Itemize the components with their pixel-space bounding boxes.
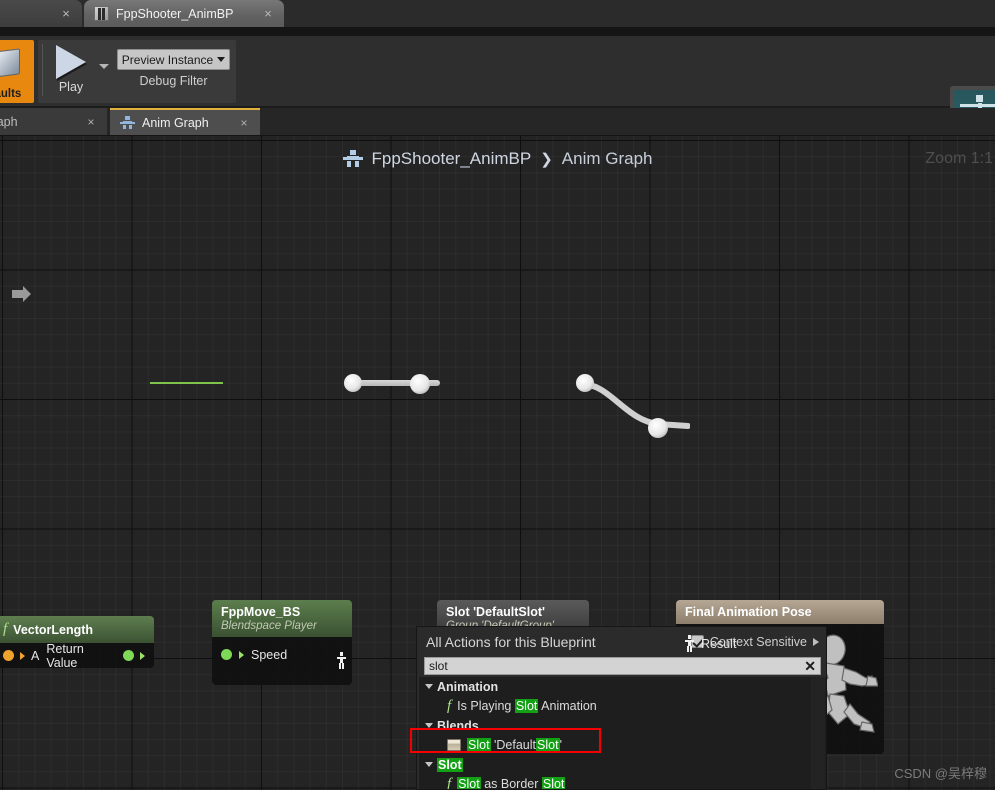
node-pin-row: Speed: [212, 637, 352, 662]
wire-endpoint: [410, 374, 430, 394]
unreal-blueprint-editor: × FppShooter_AnimBP × faults Play Previe…: [0, 0, 995, 790]
play-icon: [56, 45, 86, 79]
slot-node-icon: [447, 739, 461, 751]
play-label: Play: [58, 80, 84, 94]
function-icon: f: [447, 697, 452, 714]
close-icon[interactable]: ×: [262, 7, 274, 20]
window-tab-label: FppShooter_AnimBP: [116, 6, 234, 21]
node-title: FppMove_BS: [221, 605, 301, 619]
close-icon[interactable]: ×: [85, 115, 97, 129]
function-icon: f: [3, 621, 8, 637]
blueprint-icon: [94, 6, 109, 21]
node-subtitle: Blendspace Player: [221, 620, 317, 632]
graph-tab-label: ent Graph: [0, 114, 18, 129]
zoom-level-label: Zoom 1:1: [925, 150, 993, 167]
window-tab-strip: × FppShooter_AnimBP ×: [0, 0, 995, 28]
category-collapse-icon[interactable]: [425, 762, 433, 767]
window-tab-inactive[interactable]: ×: [0, 0, 82, 27]
category-collapse-icon[interactable]: [425, 684, 433, 689]
wire-vectorlength-to-speed[interactable]: [150, 382, 223, 384]
clear-search-icon[interactable]: ✕: [804, 659, 816, 673]
debug-filter-control: Preview Instance Debug Filter: [117, 49, 230, 88]
class-defaults-icon: [0, 48, 20, 78]
pin-label-speed: Speed: [251, 647, 288, 662]
category-label: Blends: [437, 718, 479, 733]
wire-endpoint: [344, 374, 362, 392]
pin-output-return-value-dot[interactable]: [123, 650, 134, 661]
wire-endpoint: [648, 418, 668, 438]
pin-label-a: A: [31, 648, 40, 663]
node-vectorlength[interactable]: f VectorLength A Return Value: [0, 616, 154, 670]
pin-label-return-value: Return Value: [46, 641, 84, 670]
node-title: Slot 'DefaultSlot': [446, 605, 545, 619]
context-menu-title: All Actions for this Blueprint: [426, 633, 596, 650]
pin-arrow-icon: [140, 651, 145, 660]
node-body: Speed: [212, 637, 352, 685]
chevron-right-icon: ❯: [540, 151, 553, 168]
window-tab-fppshooter-animbp[interactable]: FppShooter_AnimBP ×: [84, 0, 284, 27]
action-list-item[interactable]: Slot 'DefaultSlot': [419, 735, 826, 755]
chevron-down-icon: [217, 57, 226, 62]
category-label: Slot: [437, 757, 463, 772]
pin-arrow-icon: [239, 650, 244, 659]
wire-slot-to-finalpose[interactable]: [580, 372, 690, 462]
pin-label-result: Result: [701, 636, 737, 651]
pin-input-a-dot[interactable]: [3, 650, 14, 661]
pin-input-speed-dot[interactable]: [221, 649, 232, 660]
close-icon[interactable]: ×: [238, 116, 250, 130]
action-list-item[interactable]: f Is Playing Slot Animation: [419, 696, 826, 716]
navigate-forward-icon[interactable]: [10, 283, 34, 305]
node-body: A Return Value: [0, 641, 154, 670]
action-search-input[interactable]: slot ✕: [424, 657, 821, 675]
search-input-value: slot: [429, 659, 448, 673]
category-label: Animation: [437, 679, 499, 694]
action-item-label: Slot 'DefaultSlot': [467, 738, 562, 752]
wire-endpoint: [576, 374, 594, 392]
pin-input-result-icon[interactable]: [685, 635, 694, 652]
action-item-label: Is Playing Slot Animation: [457, 699, 597, 713]
graph-tab-bar: ent Graph × Anim Graph ×: [0, 108, 995, 136]
node-header: Final Animation Pose: [676, 600, 884, 624]
tab-anim-graph[interactable]: Anim Graph ×: [110, 108, 260, 135]
class-defaults-button[interactable]: faults: [0, 40, 34, 103]
action-list[interactable]: Animation f Is Playing Slot Animation Blend…: [419, 677, 826, 789]
main-toolbar: faults Play Preview Instance Debug Filte…: [0, 36, 995, 143]
play-dropdown-caret-icon[interactable]: [99, 64, 109, 69]
tab-event-graph[interactable]: ent Graph ×: [0, 108, 107, 135]
category-collapse-icon[interactable]: [425, 723, 433, 728]
node-header: f VectorLength: [0, 616, 154, 643]
all-actions-context-menu[interactable]: All Actions for this Blueprint Context S…: [416, 626, 827, 790]
node-title: Final Animation Pose: [685, 605, 812, 619]
function-icon: f: [447, 775, 452, 790]
debug-filter-value: Preview Instance: [121, 52, 214, 67]
class-defaults-label: faults: [0, 88, 22, 100]
debug-filter-label: Debug Filter: [139, 74, 208, 88]
debug-filter-dropdown[interactable]: Preview Instance: [117, 49, 230, 70]
close-icon[interactable]: ×: [60, 7, 72, 20]
watermark: CSDN @吴梓穆: [894, 766, 987, 781]
tabstrip-shadow: [0, 27, 995, 36]
breadcrumb: FppShooter_AnimBP ❯ Anim Graph: [342, 149, 653, 169]
action-category-blends[interactable]: Blends: [419, 716, 826, 735]
pin-arrow-icon: [20, 651, 25, 660]
action-category-animation[interactable]: Animation: [419, 677, 826, 696]
node-pin-row: A Return Value: [0, 641, 154, 670]
anim-graph-icon: [120, 116, 135, 129]
node-header: FppMove_BS Blendspace Player: [212, 600, 352, 637]
action-list-item[interactable]: f Slot as Border Slot: [419, 774, 826, 789]
anim-graph-icon: [342, 150, 363, 168]
node-pin-row: Result: [676, 624, 884, 652]
pin-output-pose-icon[interactable]: [337, 652, 346, 669]
graph-breadcrumb-bar: FppShooter_AnimBP ❯ Anim Graph: [0, 136, 995, 182]
scrollbar-track[interactable]: [811, 677, 825, 789]
breadcrumb-leaf[interactable]: Anim Graph: [562, 149, 653, 169]
breadcrumb-root[interactable]: FppShooter_AnimBP: [372, 149, 532, 169]
node-title: VectorLength: [13, 622, 94, 637]
play-button[interactable]: Play: [42, 42, 100, 97]
node-fppmove-bs[interactable]: FppMove_BS Blendspace Player Speed: [212, 600, 352, 685]
action-category-slot[interactable]: Slot: [419, 755, 826, 774]
action-item-label: Slot as Border Slot: [457, 777, 566, 789]
graph-tab-label: Anim Graph: [142, 115, 209, 130]
